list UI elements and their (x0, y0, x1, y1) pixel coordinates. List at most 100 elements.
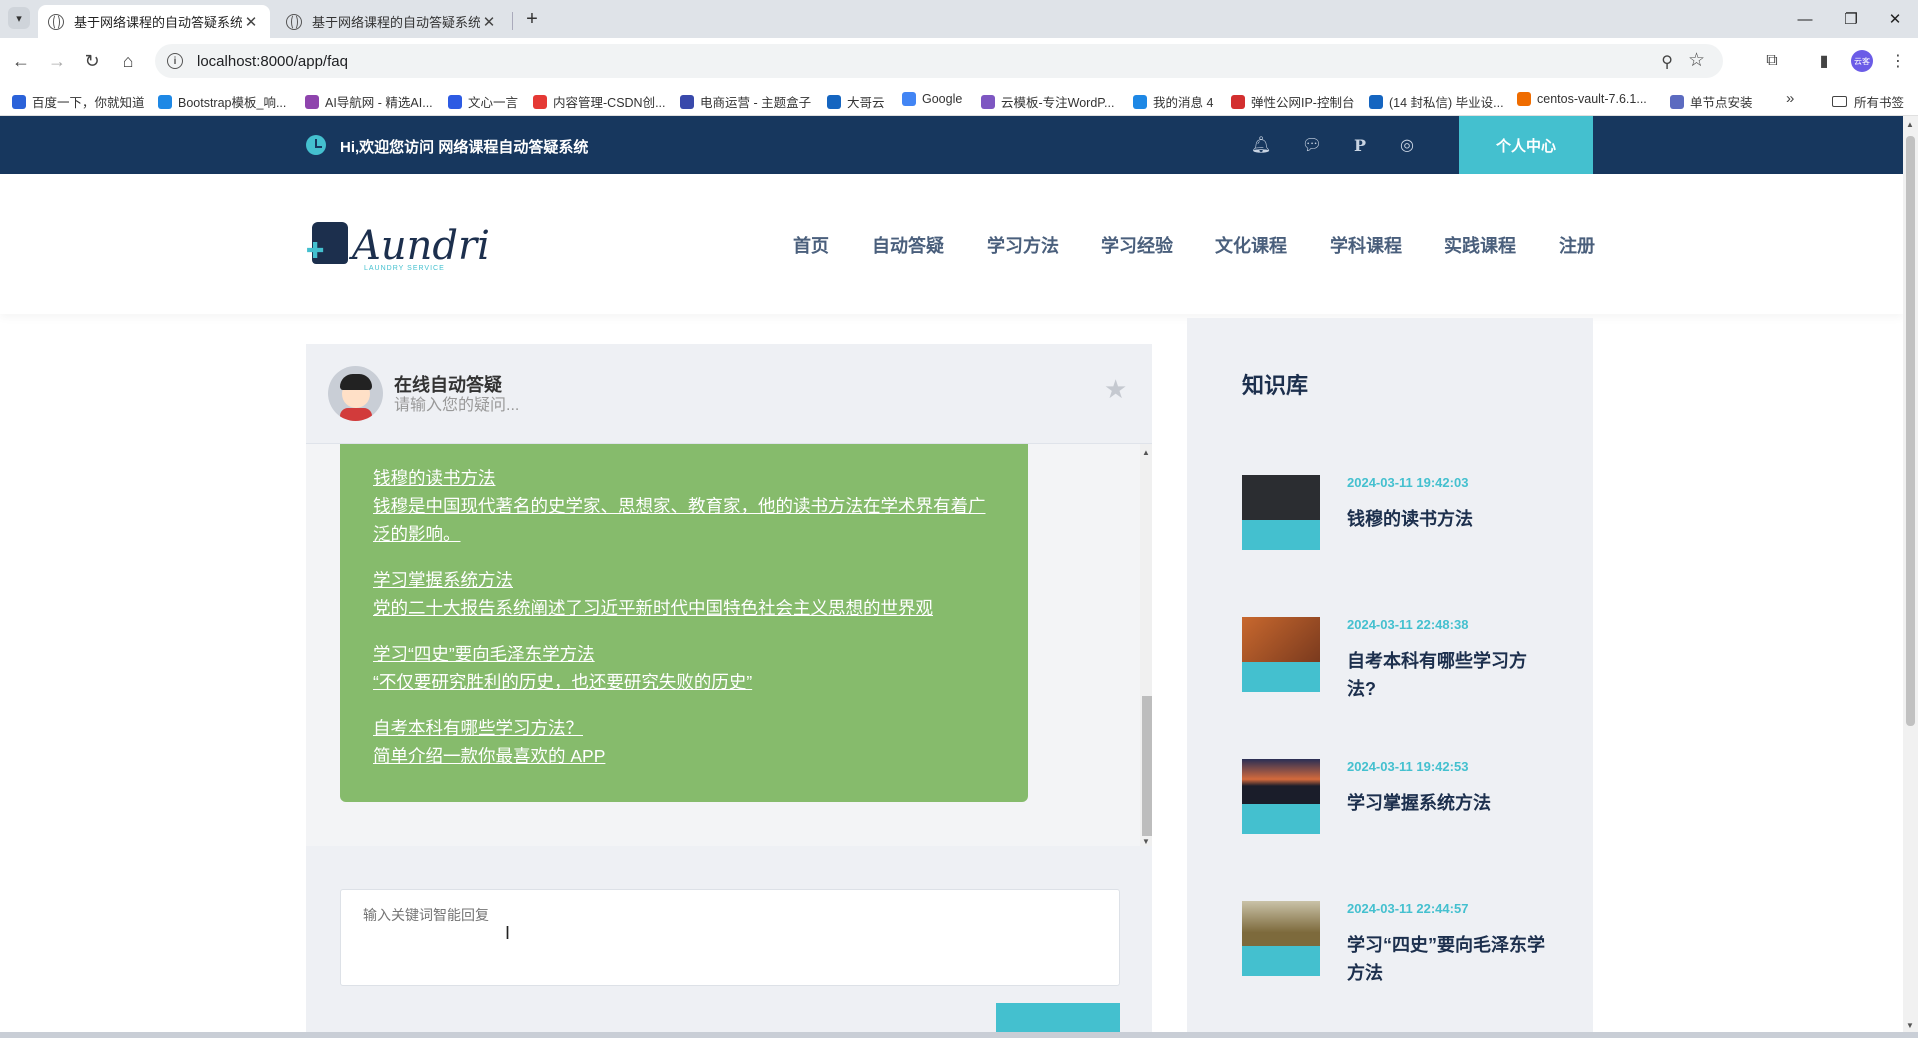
kb-image (1242, 617, 1320, 662)
nav-home[interactable]: 首页 (793, 232, 829, 258)
kb-thumbnail[interactable] (1242, 475, 1320, 550)
scroll-thumb[interactable] (1142, 696, 1152, 836)
logo-tagline: LAUNDRY SERVICE (364, 265, 445, 272)
qa-answer[interactable]: 党的二十大报告系统阐述了习近平新时代中国特色社会主义思想的世界观 (373, 594, 995, 622)
user-center-button[interactable]: 个人中心 (1459, 116, 1593, 174)
scroll-up-icon[interactable]: ▲ (1906, 120, 1914, 129)
page-scrollbar[interactable]: ▲ ▼ (1903, 116, 1918, 1032)
bookmark-label: 弹性公网IP-控制台 (1251, 96, 1355, 110)
bookmark-label: 我的消息 4 (1153, 96, 1214, 110)
bookmark-item[interactable]: 云模板-专注WordP... (981, 92, 1114, 111)
all-bookmarks-folder[interactable]: 所有书签 (1832, 92, 1904, 111)
qa-question[interactable]: 学习“四史”要向毛泽东学方法 (373, 640, 995, 668)
send-button[interactable] (996, 1003, 1120, 1032)
bell-icon[interactable]: 🔔︎ (1250, 134, 1272, 156)
qa-answer[interactable]: 简单介绍一款你最喜欢的 APP (373, 742, 995, 770)
close-tab-icon[interactable]: ✕ (480, 13, 498, 31)
nav-culture-courses[interactable]: 文化课程 (1215, 232, 1287, 258)
nav-auto-faq[interactable]: 自动答疑 (872, 232, 944, 258)
bookmark-item[interactable]: 大哥云 (827, 92, 885, 111)
site-info-icon[interactable]: i (167, 53, 183, 69)
bookmark-item[interactable]: 单节点安装 (1670, 92, 1753, 111)
chat-header: 在线自动答疑 请输入您的疑问... ★ (306, 344, 1152, 444)
bookmarks-bar: 百度一下，你就知道 Bootstrap模板_响... AI导航网 - 精选AI.… (0, 84, 1918, 116)
new-tab-icon[interactable]: + (519, 6, 545, 32)
kb-item-title[interactable]: 钱穆的读书方法 (1347, 505, 1547, 533)
nav-practice-courses[interactable]: 实践课程 (1444, 232, 1516, 258)
site-topbar: Hi,欢迎您访问 网络课程自动答疑系统 🔔︎ 💬︎ P ◎ 个人中心 (0, 116, 1903, 174)
bookmark-item[interactable]: 弹性公网IP-控制台 (1231, 92, 1354, 111)
close-window-icon[interactable]: ✕ (1872, 4, 1918, 34)
kb-image (1242, 901, 1320, 946)
more-menu-icon[interactable]: ⋮ (1886, 49, 1910, 73)
more-bookmarks-icon[interactable]: » (1786, 90, 1794, 107)
qa-answer[interactable]: 钱穆是中国现代著名的史学家、思想家、教育家，他的读书方法在学术界有着广泛的影响。 (373, 492, 995, 548)
bookmark-item[interactable]: centos-vault-7.6.1... (1517, 92, 1647, 106)
instagram-icon[interactable]: ◎ (1396, 134, 1418, 156)
home-icon[interactable]: ⌂ (114, 47, 142, 75)
bookmark-item[interactable]: 百度一下，你就知道 (12, 92, 145, 111)
bookmark-label: centos-vault-7.6.1... (1537, 92, 1647, 106)
minimize-icon[interactable]: — (1782, 4, 1828, 34)
kb-item-title[interactable]: 学习掌握系统方法 (1347, 789, 1547, 817)
kb-thumbnail[interactable] (1242, 901, 1320, 976)
qa-item[interactable]: 钱穆的读书方法 钱穆是中国现代著名的史学家、思想家、教育家，他的读书方法在学术界… (373, 464, 995, 548)
back-icon[interactable]: ← (7, 47, 35, 75)
page-scroll-thumb[interactable] (1906, 136, 1915, 726)
scroll-up-icon[interactable]: ▲ (1142, 448, 1150, 457)
star-icon[interactable]: ★ (1104, 374, 1127, 405)
kb-item-title[interactable]: 学习“四史”要向毛泽东学方法 (1347, 931, 1547, 987)
site-logo[interactable]: ✚ Aundri LAUNDRY SERVICE (306, 218, 490, 272)
forward-icon[interactable]: → (43, 47, 71, 75)
bookmark-item[interactable]: 内容管理-CSDN创... (533, 92, 666, 111)
nav-study-experience[interactable]: 学习经验 (1101, 232, 1173, 258)
qa-answer[interactable]: “不仅要研究胜利的历史，也还要研究失败的历史” (373, 668, 995, 696)
browser-tab-active[interactable]: 基于网络课程的自动答疑系统 ✕ (38, 5, 270, 38)
qa-question[interactable]: 自考本科有哪些学习方法？ (373, 714, 995, 742)
qa-item[interactable]: 自考本科有哪些学习方法？ 简单介绍一款你最喜欢的 APP (373, 714, 995, 770)
bookmark-label: 百度一下，你就知道 (32, 96, 145, 110)
kb-thumbnail[interactable] (1242, 617, 1320, 692)
kb-item-title[interactable]: 自考本科有哪些学习方法? (1347, 647, 1547, 703)
bookmark-item[interactable]: 我的消息 4 (1133, 92, 1213, 111)
bookmark-favicon (12, 94, 26, 109)
bookmark-item[interactable]: Bootstrap模板_响... (158, 92, 286, 111)
tab-search-icon[interactable]: ▾ (8, 7, 30, 29)
bookmark-item[interactable]: AI导航网 - 精选AI... (305, 92, 433, 111)
qa-item[interactable]: 学习“四史”要向毛泽东学方法 “不仅要研究胜利的历史，也还要研究失败的历史” (373, 640, 995, 696)
qa-question[interactable]: 学习掌握系统方法 (373, 566, 995, 594)
bookmark-item[interactable]: Google (902, 92, 962, 106)
nav-study-methods[interactable]: 学习方法 (987, 232, 1059, 258)
zoom-icon[interactable]: ⚲ (1661, 52, 1673, 72)
bookmark-item[interactable]: 电商运营 - 主题盒子 (680, 92, 811, 111)
profile-avatar[interactable]: 云客 (1851, 50, 1873, 72)
pinterest-icon[interactable]: P (1349, 134, 1371, 156)
extensions-icon[interactable]: ⧉ (1760, 49, 1784, 73)
scroll-down-icon[interactable]: ▼ (1142, 837, 1150, 846)
question-input[interactable] (340, 889, 1120, 986)
chat-subtitle: 请输入您的疑问... (394, 397, 520, 414)
side-panel-icon[interactable]: ▮ (1812, 49, 1836, 73)
nav-subject-courses[interactable]: 学科课程 (1330, 232, 1402, 258)
bookmark-label: 大哥云 (847, 96, 885, 110)
kb-thumbnail[interactable] (1242, 759, 1320, 834)
qa-question[interactable]: 钱穆的读书方法 (373, 464, 995, 492)
bookmark-star-icon[interactable]: ☆ (1688, 49, 1705, 72)
bookmark-item[interactable]: (14 封私信) 毕业设... (1369, 92, 1504, 111)
scroll-down-icon[interactable]: ▼ (1906, 1021, 1914, 1030)
message-area[interactable]: 钱穆的读书方法 钱穆是中国现代著名的史学家、思想家、教育家，他的读书方法在学术界… (306, 444, 1152, 846)
reload-icon[interactable]: ↻ (78, 47, 106, 75)
nav-register[interactable]: 注册 (1559, 232, 1595, 258)
message-scrollbar[interactable]: ▲ ▼ (1140, 444, 1152, 846)
close-tab-icon[interactable]: ✕ (242, 13, 260, 31)
address-bar[interactable]: i localhost:8000/app/faq ⚲ ☆ (155, 44, 1723, 78)
bookmark-label: 单节点安装 (1690, 96, 1753, 110)
browser-tab[interactable]: 基于网络课程的自动答疑系统 ✕ (276, 5, 508, 38)
bot-avatar (328, 366, 383, 421)
bookmark-item[interactable]: 文心一言 (448, 92, 518, 111)
qa-item[interactable]: 学习掌握系统方法 党的二十大报告系统阐述了习近平新时代中国特色社会主义思想的世界… (373, 566, 995, 622)
bookmark-label: Bootstrap模板_响... (178, 96, 287, 110)
wechat-icon[interactable]: 💬︎ (1301, 134, 1323, 156)
globe-icon (286, 13, 302, 30)
restore-icon[interactable]: ❐ (1828, 4, 1874, 34)
